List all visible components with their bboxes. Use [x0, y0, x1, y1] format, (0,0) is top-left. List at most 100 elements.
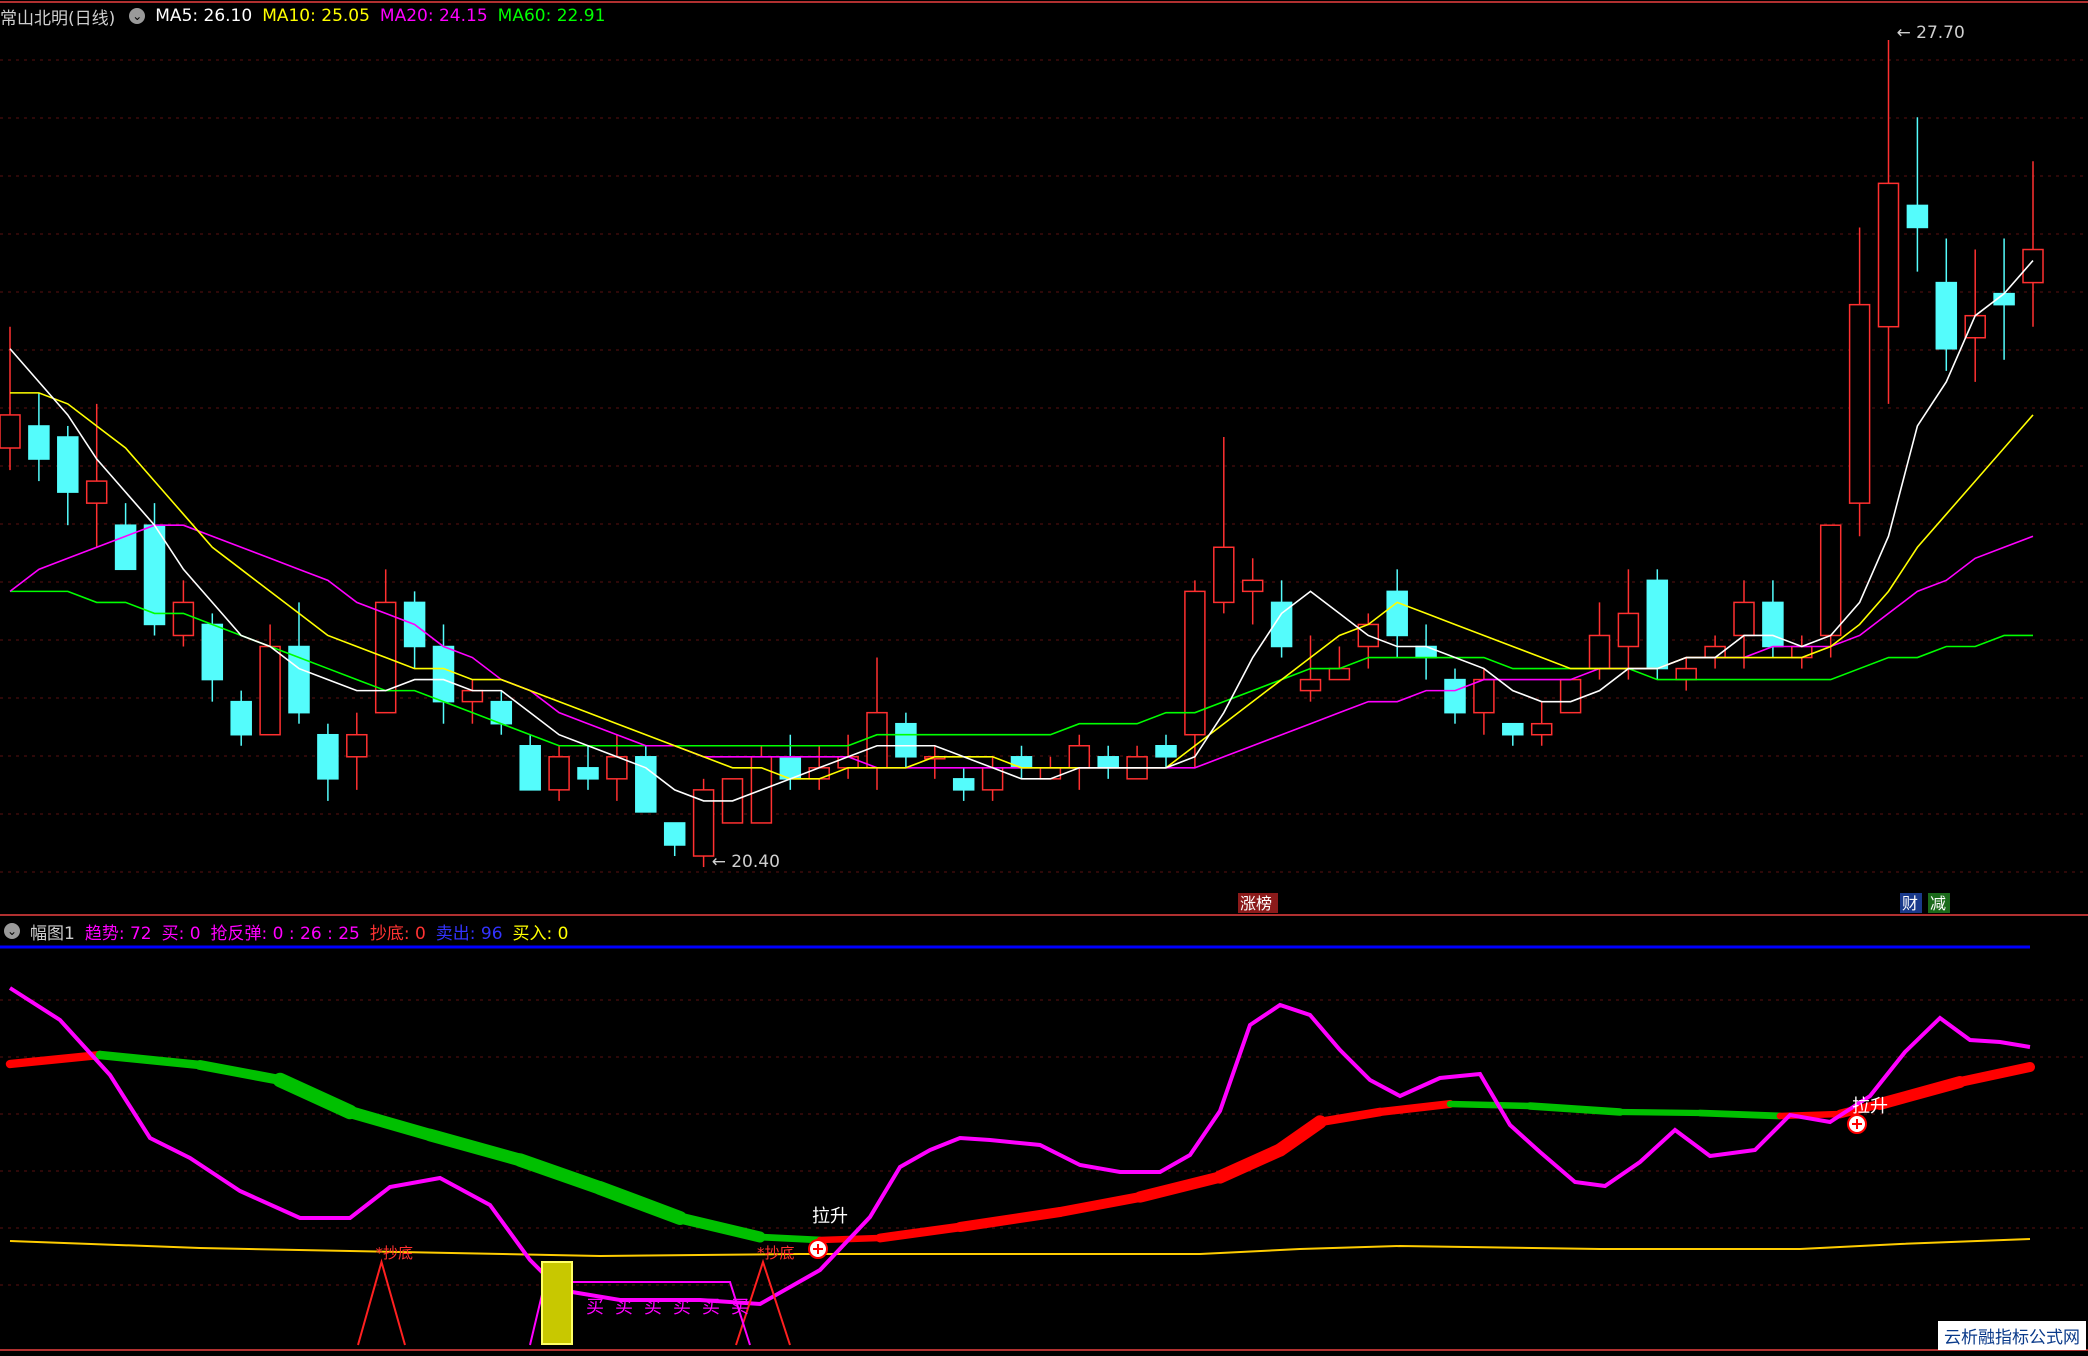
high-price-label: ← 27.70: [1897, 23, 1965, 43]
candle: [952, 767, 975, 801]
candle: [1848, 227, 1871, 537]
stock-title[interactable]: 常山北明(日线): [0, 4, 115, 29]
buy-marker: 买: [615, 1297, 633, 1318]
candle-body: [1877, 182, 1900, 328]
trend-ribbon-segment: [343, 1105, 437, 1142]
pull-up-label: 拉升: [1852, 1096, 1888, 1117]
candle-body: [1588, 634, 1611, 670]
candle-body: [692, 789, 715, 857]
candle-body: [2022, 248, 2044, 284]
candle-body: [1039, 767, 1062, 780]
event-label: 涨榜: [1238, 893, 1278, 913]
candle: [1270, 580, 1293, 658]
candle-body: [1097, 756, 1119, 769]
candle: [635, 745, 657, 813]
chart-window: ← 27.70 ← 20.40 涨榜财减 *抄底 *抄底买买买买买买拉升 拉升 常山北明…: [0, 0, 2088, 1356]
trend-line: [8, 986, 2031, 1307]
candle-body: [1848, 303, 1871, 504]
candle: [143, 503, 166, 636]
candle-body: [57, 436, 79, 493]
trend-ribbon-segment: [1616, 1108, 1704, 1117]
trend-ribbon-segment: [272, 1072, 358, 1120]
trend-ribbon-segment: [1375, 1099, 1455, 1117]
slow-line: [9, 1238, 2031, 1258]
candle-body: [808, 767, 830, 780]
candle: [259, 624, 281, 736]
event-label-text: 减: [1930, 894, 1946, 913]
candle-body: [1241, 579, 1264, 593]
trend-ribbon-segment: [1696, 1109, 1784, 1120]
candle-body: [143, 524, 166, 626]
event-label-text: 财: [1902, 894, 1918, 913]
settings-toggle-icon[interactable]: ⌄: [129, 8, 146, 24]
sub-legend: ⌄ 幅图1 趋势: 72 买: 0 抢反弹: 0 : 26 : 25 抄底: 0…: [0, 917, 579, 945]
candle-body: [1791, 645, 1813, 659]
candle-body: [866, 711, 888, 769]
candle-body: [1559, 678, 1582, 714]
candle: [432, 624, 455, 724]
ma60-line: [10, 590, 2033, 747]
candle: [1444, 668, 1466, 724]
candle-body: [1328, 667, 1351, 681]
candle: [1559, 678, 1582, 714]
trend-ribbon-segment: [674, 1212, 766, 1243]
candle-body: [1068, 745, 1091, 769]
moving-averages: ← 27.70 ← 20.40 涨榜 财减: [9, 23, 2034, 913]
candle: [981, 756, 1004, 801]
candle: [1675, 657, 1697, 691]
candle-body: [1935, 281, 1958, 350]
candle-body: [1502, 722, 1524, 736]
candle: [577, 745, 599, 790]
trend-ribbon-segment: [1955, 1062, 2035, 1087]
candle: [692, 778, 715, 868]
candle: [1906, 117, 1929, 272]
candle: [1010, 745, 1033, 779]
candle: [606, 734, 628, 801]
candle: [1068, 734, 1091, 790]
candle: [663, 822, 686, 857]
ma5-label: MA5: 26.10: [155, 6, 253, 26]
sub-title[interactable]: 幅图1: [30, 919, 75, 944]
candle-body: [577, 767, 599, 780]
sub-toggle-icon[interactable]: ⌄: [4, 923, 20, 939]
candle-body: [0, 414, 21, 449]
candle: [346, 712, 368, 790]
candle: [1415, 624, 1437, 680]
trend-ribbon-segment: [1874, 1076, 1966, 1110]
candle: [230, 690, 252, 746]
candle: [519, 734, 541, 791]
buy-marker: 买: [586, 1297, 604, 1318]
candle-body: [259, 645, 281, 736]
candle-body: [1213, 546, 1235, 604]
candle-body: [317, 733, 339, 780]
candlestick-series: [0, 40, 2044, 868]
candle-body: [1386, 590, 1408, 637]
sub-item-bottom: 抄底: 0: [369, 923, 426, 944]
candle-body: [201, 623, 224, 681]
event-label: 财: [1900, 893, 1922, 913]
buy-marker: 买: [673, 1297, 691, 1318]
sub-item-sell: 卖出: 96: [435, 923, 503, 944]
trend-ribbon-segment: [1273, 1115, 1327, 1157]
candle-body: [461, 689, 484, 703]
candle-body: [519, 745, 541, 791]
candle: [866, 657, 888, 790]
trend-ribbon-segment: [875, 1222, 965, 1243]
trend-ribbon-segment: [5, 1050, 105, 1069]
chart-canvas[interactable]: ← 27.70← 20.40涨榜财减 *抄底 *抄底买买买买买买拉升拉升: [0, 0, 2088, 1356]
low-price-label: ← 20.40: [712, 852, 780, 872]
candle: [1935, 238, 1958, 371]
candle: [1646, 569, 1669, 680]
candle: [57, 425, 79, 526]
candle: [1328, 646, 1351, 681]
trend-ribbon-segment: [1134, 1171, 1226, 1203]
ma10-label: MA10: 25.05: [262, 6, 370, 26]
buy-marker: 买: [702, 1297, 720, 1318]
candle-body: [28, 425, 50, 460]
candle: [1617, 569, 1640, 680]
candle: [1473, 668, 1495, 735]
sub-item-trend: 趋势: 72: [84, 923, 152, 944]
candle-body: [432, 645, 455, 703]
candle-body: [85, 480, 108, 504]
candle-body: [1415, 645, 1437, 659]
